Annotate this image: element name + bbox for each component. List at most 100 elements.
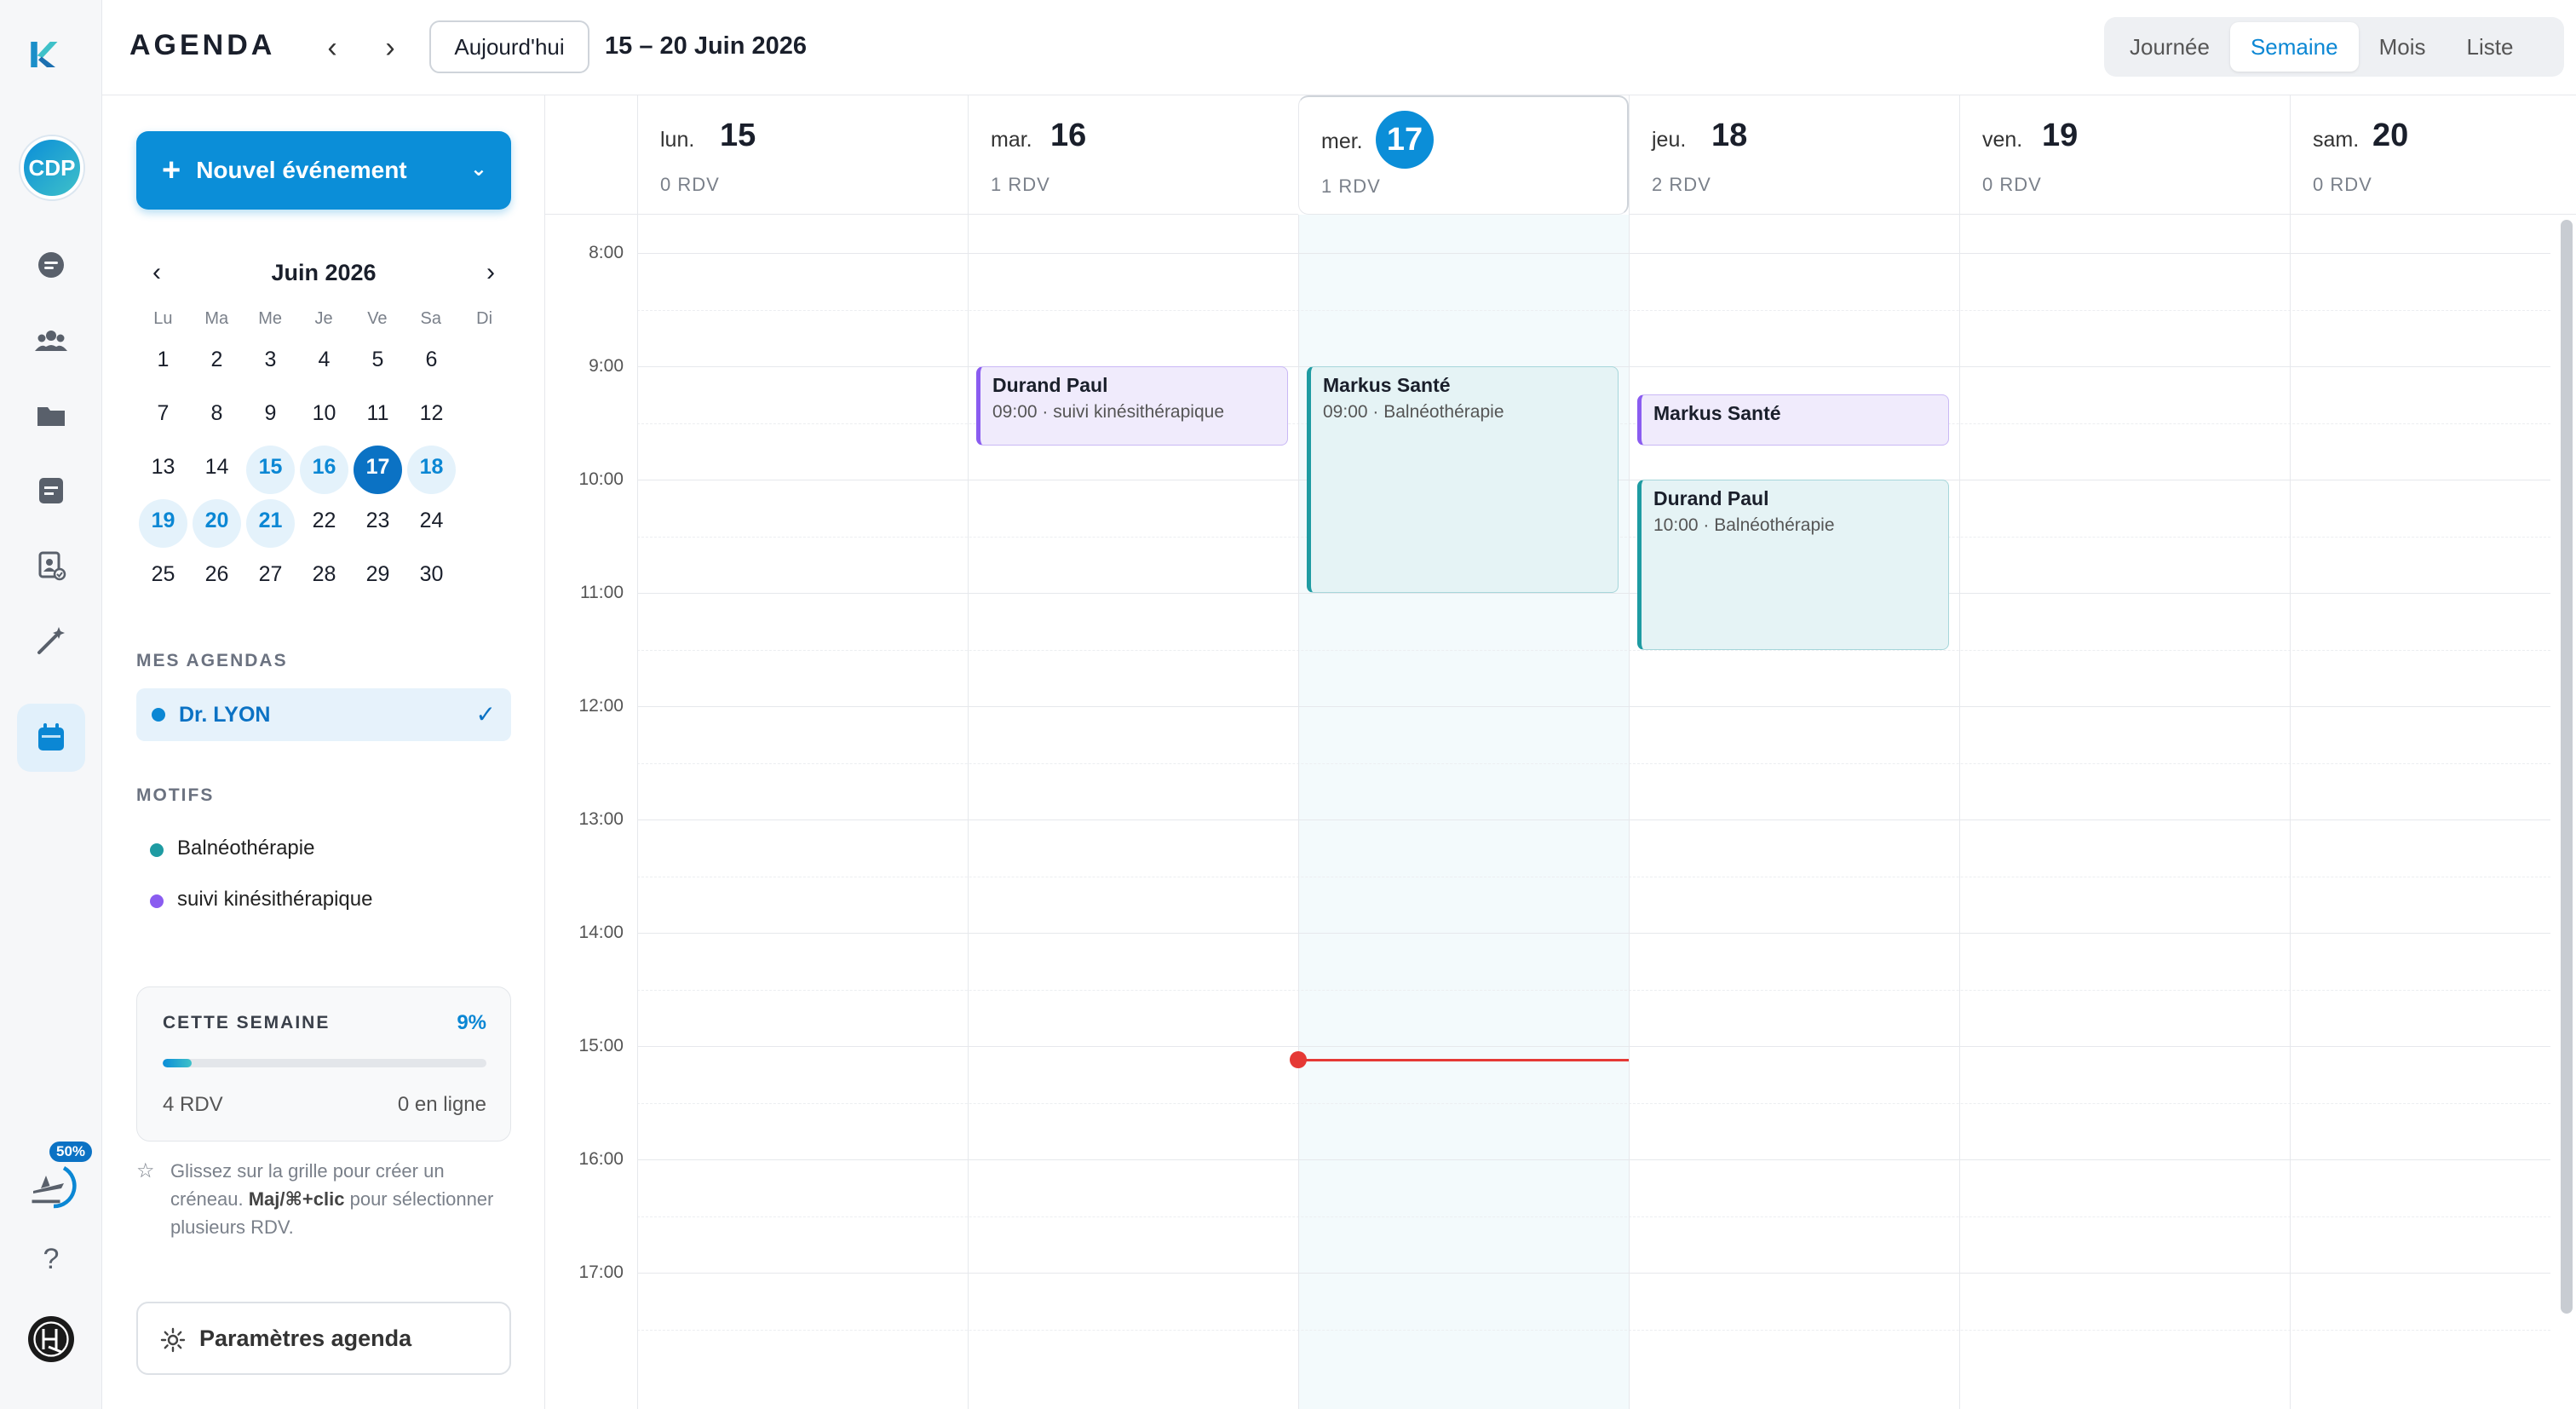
calendar-icon[interactable] xyxy=(17,704,85,772)
mini-day[interactable]: 25 xyxy=(136,550,190,604)
mini-prev-month-button[interactable]: ‹ xyxy=(140,249,174,296)
mini-day[interactable]: 1 xyxy=(136,336,190,389)
mini-day[interactable]: 21 xyxy=(244,497,297,550)
prev-week-button[interactable]: ‹ xyxy=(313,29,351,66)
motif-kinesitherapie[interactable]: suivi kinésithérapique xyxy=(177,888,372,912)
half-hour-line xyxy=(637,649,2550,651)
chevron-down-icon[interactable]: ⌄ xyxy=(470,157,487,181)
day-rdv-count: 1 RDV xyxy=(991,174,1050,195)
magic-wand-icon[interactable] xyxy=(26,615,77,666)
day-rdv-count: 1 RDV xyxy=(1321,175,1381,197)
mini-day[interactable]: 13 xyxy=(136,443,190,497)
user-avatar[interactable]: CDP xyxy=(20,136,83,199)
mini-day[interactable]: 29 xyxy=(351,550,405,604)
page-title: AGENDA xyxy=(129,29,276,61)
event-detail: 09:00 · Balnéothérapie xyxy=(1323,402,1504,422)
calendar-scrollbar[interactable] xyxy=(2561,220,2573,1314)
mini-weekday: Je xyxy=(314,309,333,328)
event-detail: 10:00 · Balnéothérapie xyxy=(1653,515,1835,535)
event-patient: Durand Paul xyxy=(1653,487,1769,509)
day-header-20[interactable]: sam. 20 0 RDV xyxy=(2290,95,2576,215)
help-icon[interactable]: ? xyxy=(26,1234,77,1285)
mini-day[interactable]: 11 xyxy=(351,389,405,443)
vacation-progress-icon[interactable] xyxy=(26,1160,77,1211)
mini-day[interactable]: 18 xyxy=(405,443,458,497)
view-journée-button[interactable]: Journée xyxy=(2109,22,2230,72)
event-card[interactable]: Markus Santé xyxy=(1637,394,1949,446)
event-card[interactable]: Markus Santé 09:00 · Balnéothérapie xyxy=(1307,366,1619,593)
mini-day[interactable]: 19 xyxy=(136,497,190,550)
mini-day[interactable]: 14 xyxy=(190,443,244,497)
mini-day[interactable]: 28 xyxy=(297,550,351,604)
mini-day[interactable]: 2 xyxy=(190,336,244,389)
agenda-settings-button[interactable]: Paramètres agenda xyxy=(136,1302,511,1375)
users-icon[interactable] xyxy=(26,315,77,366)
mini-day[interactable]: 22 xyxy=(297,497,351,550)
hour-line xyxy=(637,706,2550,707)
mini-day[interactable]: 17 xyxy=(351,443,405,497)
folder-icon[interactable] xyxy=(26,390,77,441)
hour-line xyxy=(637,593,2550,594)
hour-label: 13:00 xyxy=(578,809,624,829)
mini-day[interactable]: 3 xyxy=(244,336,297,389)
today-button[interactable]: Aujourd'hui xyxy=(429,20,589,73)
day-header-19[interactable]: ven. 19 0 RDV xyxy=(1959,95,2290,215)
mini-day[interactable]: 16 xyxy=(297,443,351,497)
agenda-sidebar: + Nouvel événement ⌄ ‹ Juin 2026 › Lu Ma M… xyxy=(102,95,545,1409)
week-progress-bar xyxy=(163,1059,486,1067)
mini-day[interactable]: 6 xyxy=(405,336,458,389)
event-card[interactable]: Durand Paul 09:00 · suivi kinésithérapiq… xyxy=(976,366,1288,446)
week-calendar-grid[interactable]: 7:008:009:0010:0011:0012:0013:0014:0015:… xyxy=(545,95,2576,1409)
org-logo[interactable] xyxy=(26,1314,77,1365)
mini-day[interactable]: 15 xyxy=(244,443,297,497)
hour-label: 17:00 xyxy=(578,1262,624,1282)
view-mois-button[interactable]: Mois xyxy=(2359,22,2447,72)
week-percent: 9% xyxy=(457,1011,486,1034)
day-column-divider xyxy=(2290,215,2291,1409)
mini-day[interactable]: 12 xyxy=(405,389,458,443)
day-column-divider xyxy=(1629,215,1630,1409)
day-rdv-count: 2 RDV xyxy=(1652,174,1711,195)
mini-day[interactable]: 7 xyxy=(136,389,190,443)
check-icon: ✓ xyxy=(475,701,496,728)
mini-weekday: Ma xyxy=(204,309,229,328)
app-logo[interactable] xyxy=(26,37,60,72)
motif-color-dot xyxy=(150,843,164,857)
mini-day[interactable]: 8 xyxy=(190,389,244,443)
day-header-18[interactable]: jeu. 18 2 RDV xyxy=(1629,95,1959,215)
contact-card-icon[interactable] xyxy=(26,540,77,591)
next-week-button[interactable]: › xyxy=(371,29,409,66)
mini-day[interactable]: 27 xyxy=(244,550,297,604)
day-header-15[interactable]: lun. 15 0 RDV xyxy=(637,95,968,215)
mini-day[interactable]: 4 xyxy=(297,336,351,389)
mini-weekday: Di xyxy=(476,309,493,328)
mini-day[interactable]: 30 xyxy=(405,550,458,604)
mini-next-month-button[interactable]: › xyxy=(474,249,508,296)
week-progress-fill xyxy=(163,1059,193,1067)
mini-day[interactable]: 5 xyxy=(351,336,405,389)
mini-day[interactable]: 24 xyxy=(405,497,458,550)
chat-icon[interactable] xyxy=(26,240,77,291)
mini-weekday: Ve xyxy=(367,309,388,328)
document-icon[interactable] xyxy=(26,465,77,516)
event-card[interactable]: Durand Paul 10:00 · Balnéothérapie xyxy=(1637,480,1949,650)
view-liste-button[interactable]: Liste xyxy=(2447,22,2534,72)
day-header-17[interactable]: mer. 17 1 RDV xyxy=(1298,95,1629,215)
agenda-item-dr-lyon[interactable]: Dr. LYON ✓ xyxy=(136,688,511,741)
plus-icon: + xyxy=(162,152,181,188)
gear-icon xyxy=(160,1327,186,1353)
mini-day[interactable]: 9 xyxy=(244,389,297,443)
half-hour-line xyxy=(637,989,2550,991)
new-event-button[interactable]: + Nouvel événement ⌄ xyxy=(136,131,511,210)
motif-balneotherapie[interactable]: Balnéothérapie xyxy=(177,837,314,860)
mini-day[interactable]: 20 xyxy=(190,497,244,550)
day-number: 17 xyxy=(1376,111,1434,169)
day-name: ven. xyxy=(1982,128,2023,152)
day-header-16[interactable]: mar. 16 1 RDV xyxy=(968,95,1298,215)
mini-day[interactable]: 26 xyxy=(190,550,244,604)
mini-day[interactable]: 10 xyxy=(297,389,351,443)
view-semaine-button[interactable]: Semaine xyxy=(2229,22,2359,72)
day-number: 15 xyxy=(720,118,756,153)
mini-day[interactable]: 23 xyxy=(351,497,405,550)
day-number: 16 xyxy=(1050,118,1087,153)
